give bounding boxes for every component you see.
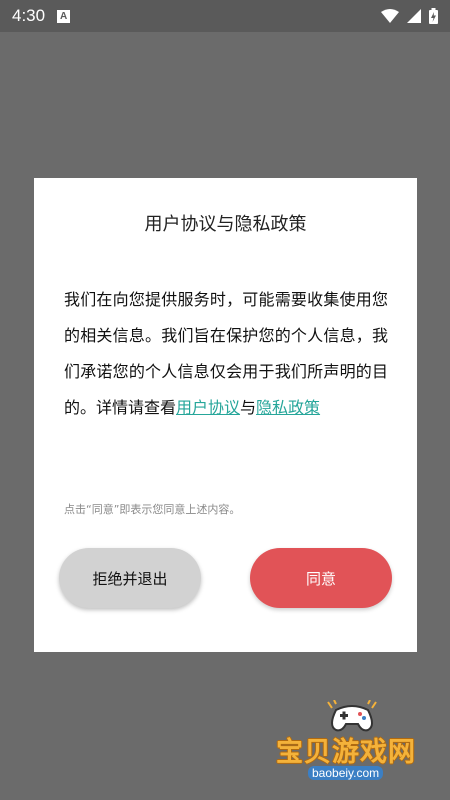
battery-charging-icon [429,8,438,24]
watermark: 宝贝游戏网 baobeiy.com [266,700,436,784]
status-bar: 4:30 A [0,0,450,32]
dialog-conjunction: 与 [240,398,257,417]
watermark-title: 宝贝游戏网 [276,737,416,768]
dialog-title: 用户协议与隐私政策 [144,214,307,235]
privacy-policy-link[interactable]: 隐私政策 [256,398,320,417]
consent-note: 点击“同意”即表示您同意上述内容。 [64,503,241,516]
cell-signal-icon [407,9,421,23]
app-notification-icon: A [57,9,71,23]
gamepad-icon [327,700,377,732]
watermark-url: baobeiy.com [308,766,384,780]
privacy-dialog: 用户协议与隐私政策 我们在向您提供服务时，可能需要收集使用您的相关信息。我们旨在… [34,178,417,652]
decline-exit-button[interactable]: 拒绝并退出 [59,548,201,608]
status-icons [381,8,438,24]
status-time: 4:30 [12,6,46,25]
agree-button[interactable]: 同意 [250,548,392,608]
dialog-body: 我们在向您提供服务时，可能需要收集使用您的相关信息。我们旨在保护您的个人信息，我… [64,282,388,426]
wifi-icon [381,9,399,23]
user-agreement-link[interactable]: 用户协议 [176,398,240,417]
